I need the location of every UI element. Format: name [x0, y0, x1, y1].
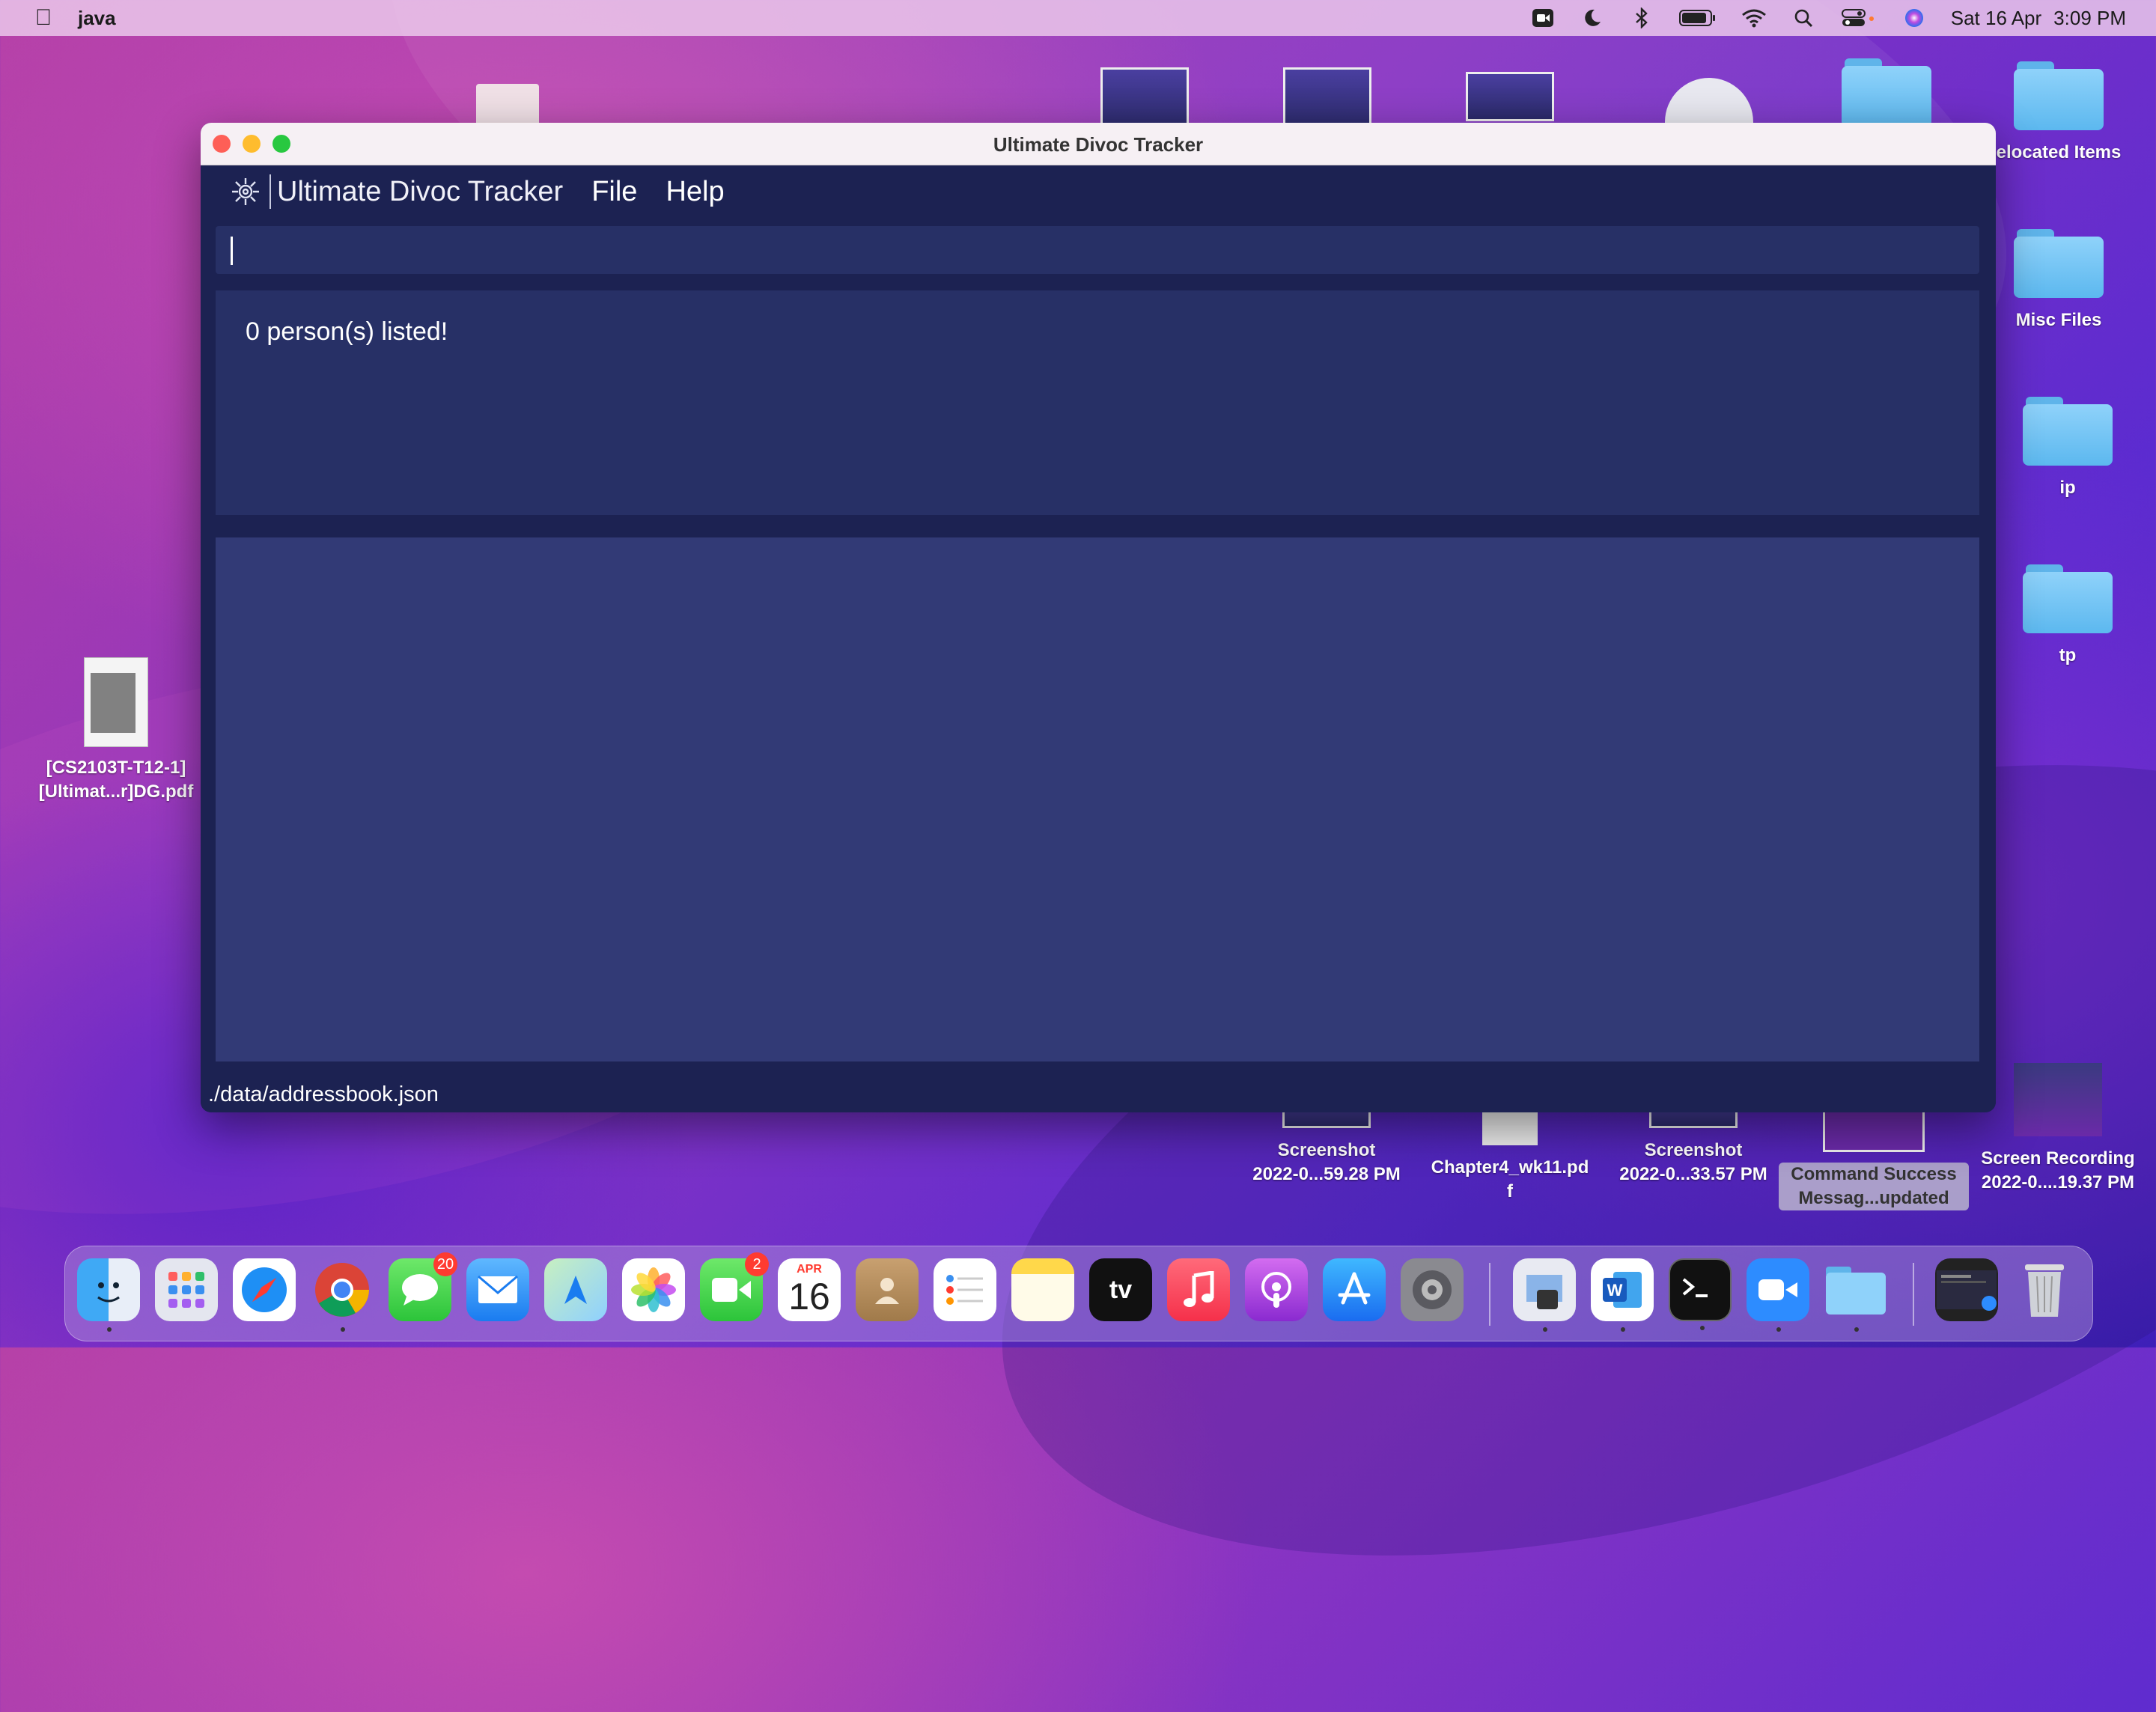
notes-icon[interactable]	[1011, 1258, 1074, 1321]
window-title-bar[interactable]: Ultimate Divoc Tracker	[201, 123, 1996, 165]
desktop-file-label-selected: Command Success Messag...updated	[1779, 1163, 1969, 1210]
brand-divider	[270, 174, 271, 209]
desktop-pdf-file[interactable]: Chapter4_wk11.pd f	[1415, 1108, 1605, 1204]
trash-icon[interactable]	[2013, 1258, 2076, 1321]
app-logo-icon	[229, 175, 262, 208]
desktop-file-label: Screenshot	[1277, 1140, 1376, 1160]
dock-separator	[1913, 1263, 1914, 1326]
music-icon[interactable]	[1167, 1258, 1230, 1321]
facetime-badge: 2	[745, 1252, 769, 1276]
apple-tv-icon[interactable]: tv	[1089, 1258, 1152, 1321]
bluetooth-icon[interactable]	[1629, 7, 1654, 28]
desktop-file-label: 2022-0...33.57 PM	[1619, 1164, 1767, 1184]
contacts-icon[interactable]	[856, 1258, 919, 1321]
desktop-folder-label: Misc Files	[2015, 310, 2102, 330]
pdf-thumbnail	[84, 657, 148, 747]
system-preferences-icon[interactable]	[1401, 1258, 1464, 1321]
desktop-folder[interactable]: Misc Files	[1984, 229, 2134, 332]
result-message: 0 person(s) listed!	[246, 317, 448, 346]
reminders-icon[interactable]	[934, 1258, 996, 1321]
desktop-folder[interactable]: ip	[1993, 397, 2143, 500]
word-icon[interactable]: W	[1591, 1258, 1654, 1332]
desktop-folder[interactable]: elocated Items	[1984, 61, 2134, 165]
photos-icon[interactable]	[622, 1258, 685, 1321]
desktop-file-label: 2022-0...59.28 PM	[1252, 1164, 1401, 1184]
dock-separator	[1489, 1263, 1490, 1326]
text-caret	[231, 237, 233, 265]
desktop-folder[interactable]: tp	[1993, 564, 2143, 668]
person-list-panel[interactable]	[216, 537, 1979, 1061]
menu-bar-clock[interactable]: Sat 16 Apr 3:09 PM	[1951, 7, 2126, 30]
desktop-file-label: Messag...updated	[1798, 1188, 1949, 1208]
desktop-file-label: 2022-0....19.37 PM	[1981, 1172, 2135, 1192]
desktop-folder-label: tp	[2059, 645, 2077, 665]
messages-badge: 20	[433, 1252, 457, 1276]
chrome-icon[interactable]	[311, 1258, 374, 1332]
finder-icon[interactable]	[77, 1258, 140, 1332]
desktop-pdf-file[interactable]: [CS2103T-T12-1] [Ultimat...r]DG.pdf	[22, 657, 210, 804]
screen-recording-thumbnail-icon[interactable]	[1935, 1258, 1998, 1321]
status-bar: ./data/addressbook.json	[201, 1078, 1996, 1112]
desktop-folder-label: elocated Items	[1996, 142, 2122, 162]
app-brand-name: Ultimate Divoc Tracker	[277, 175, 564, 207]
wifi-icon[interactable]	[1741, 8, 1767, 28]
desktop-file-label: [CS2103T-T12-1]	[46, 758, 186, 778]
desktop-file-label: Command Success	[1791, 1164, 1957, 1184]
dock: 20 2 APR 16 tv W	[64, 1246, 2093, 1341]
menu-help[interactable]: Help	[666, 176, 724, 208]
desktop-screenshot-file[interactable]: Screenshot 2022-0...33.57 PM	[1595, 1108, 1792, 1186]
do-not-disturb-icon[interactable]	[1580, 8, 1605, 28]
screen-recording-icon[interactable]	[1530, 8, 1556, 28]
terminal-icon[interactable]	[1669, 1258, 1732, 1330]
launchpad-icon[interactable]	[155, 1258, 218, 1321]
app-window: Ultimate Divoc Tracker Ultimate Divoc Tr…	[201, 123, 1996, 1112]
desktop-file-label: Screenshot	[1644, 1140, 1743, 1160]
clock-date: Sat 16 Apr	[1950, 6, 2042, 29]
control-center-icon[interactable]	[1840, 8, 1878, 28]
folder-icon[interactable]	[1824, 1258, 1887, 1332]
safari-icon[interactable]	[233, 1258, 296, 1321]
macos-menu-bar:  java Sat 16 Apr 3:09 PM	[0, 0, 2156, 36]
window-title: Ultimate Divoc Tracker	[993, 133, 1204, 156]
svg-text:W: W	[1607, 1281, 1623, 1300]
app-menu-bar: Ultimate Divoc Tracker File Help	[201, 165, 1996, 218]
desktop-file-label: Chapter4_wk11.pd	[1431, 1157, 1589, 1178]
messages-icon[interactable]: 20	[389, 1252, 457, 1321]
desktop-folder-label: ip	[2059, 478, 2076, 498]
calendar-icon[interactable]: APR 16	[778, 1258, 841, 1321]
menu-file[interactable]: File	[591, 176, 637, 208]
desktop-file-label: Screen Recording	[1981, 1148, 2135, 1169]
siri-icon[interactable]	[1901, 8, 1927, 28]
spotlight-icon[interactable]	[1791, 8, 1816, 28]
zoom-icon[interactable]	[1747, 1258, 1809, 1332]
result-display: 0 person(s) listed!	[216, 290, 1979, 515]
menu-bar-status-area: Sat 16 Apr 3:09 PM	[1530, 0, 2126, 36]
battery-icon[interactable]	[1678, 8, 1717, 28]
desktop-screenshot-file[interactable]: Screenshot 2022-0...59.28 PM	[1228, 1108, 1425, 1186]
calendar-day: 16	[788, 1276, 830, 1317]
clock-time: 3:09 PM	[2053, 6, 2126, 29]
apple-tv-label: tv	[1109, 1275, 1133, 1304]
mail-icon[interactable]	[466, 1258, 529, 1321]
desktop-file-label: [Ultimat...r]DG.pdf	[38, 782, 194, 802]
preview-icon[interactable]	[1513, 1258, 1576, 1332]
desktop-screenshot-file-selected[interactable]: Command Success Messag...updated	[1779, 1108, 1969, 1210]
command-input[interactable]	[216, 226, 1979, 274]
podcasts-icon[interactable]	[1245, 1258, 1308, 1321]
save-location: ./data/addressbook.json	[208, 1082, 439, 1106]
app-store-icon[interactable]	[1323, 1258, 1386, 1321]
maps-icon[interactable]	[544, 1258, 607, 1321]
facetime-icon[interactable]: 2	[700, 1252, 769, 1321]
desktop-file-label: f	[1507, 1181, 1513, 1201]
active-app-name[interactable]: java	[78, 7, 116, 30]
apple-logo-icon[interactable]: 	[30, 5, 57, 31]
desktop-doc-partial[interactable]	[476, 84, 539, 129]
